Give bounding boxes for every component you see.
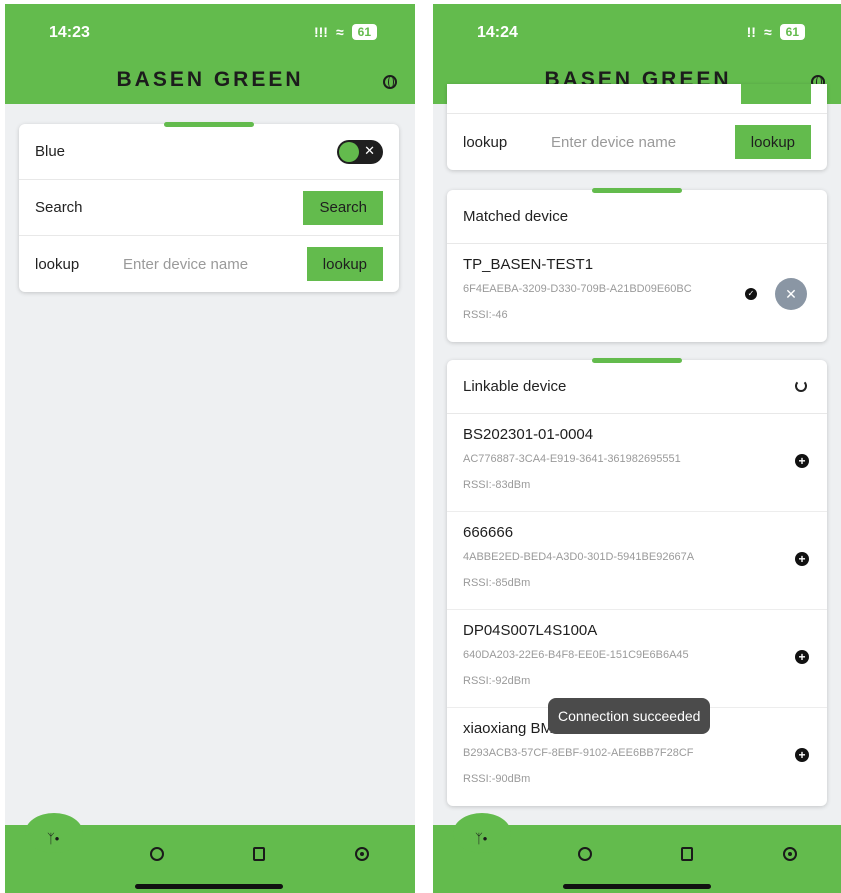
matched-device-card: Matched device TP_BASEN-TEST1 6F4EAEBA-3…	[447, 188, 827, 342]
settings-card-scrolled: lookup lookup	[447, 84, 827, 170]
bluetooth-icon[interactable]: ᛉ•	[47, 831, 59, 846]
signal-icon: !!!	[313, 24, 328, 40]
battery-icon: 61	[779, 24, 805, 40]
device-rssi: RSSI:-92dBm	[463, 675, 531, 687]
document-icon[interactable]	[681, 847, 693, 861]
refresh-icon[interactable]	[578, 847, 592, 861]
bluetooth-icon[interactable]: ᛉ•	[475, 831, 487, 846]
status-time: 14:24	[477, 24, 518, 41]
battery-icon: 61	[351, 24, 377, 40]
app-logo: BASEN GREEN	[116, 68, 304, 91]
settings-icon[interactable]	[355, 847, 369, 861]
status-icons: !! ≈ 61	[747, 24, 805, 40]
toast-message: Connection succeeded	[548, 698, 711, 734]
device-name: BS202301-01-0004	[463, 426, 594, 443]
disconnect-button[interactable]: ✕	[775, 278, 807, 310]
list-item[interactable]: DP04S007L4S100A 640DA203-22E6-B4F8-EE0E-…	[447, 610, 827, 708]
signal-icon: !!	[746, 24, 756, 40]
wifi-icon: ≈	[763, 24, 772, 40]
plus-circle-icon[interactable]: +	[795, 650, 809, 664]
refresh-icon[interactable]	[150, 847, 164, 861]
search-button-partial[interactable]	[741, 84, 811, 104]
phone-screen-left: 14:23 !!! ≈ 61 BASEN GREEN Blue ✕ Search…	[5, 4, 415, 893]
plus-circle-icon[interactable]: +	[795, 552, 809, 566]
blue-toggle[interactable]: ✕	[337, 140, 383, 164]
linkable-device-title-text: Linkable device	[463, 378, 567, 395]
lookup-label: lookup	[463, 133, 508, 151]
linkable-device-title: Linkable device	[447, 360, 827, 414]
settings-card: Blue ✕ Search Search lookup lookup	[19, 122, 399, 292]
phone-screen-right: 14:24 !! ≈ 61 BASEN GREEN lookup lookup …	[433, 4, 841, 893]
device-id: B293ACB3-57CF-8EBF-9102-AEE6BB7F28CF	[463, 747, 694, 759]
device-name: TP_BASEN-TEST1	[463, 256, 594, 273]
document-icon[interactable]	[253, 847, 265, 861]
lookup-label: lookup	[35, 255, 80, 273]
globe-icon[interactable]	[383, 75, 397, 89]
device-name: DP04S007L4S100A	[463, 622, 598, 639]
status-icons: !!! ≈ 61	[314, 24, 377, 40]
search-row: Search Search	[19, 180, 399, 236]
device-name: 666666	[463, 524, 514, 541]
linkable-device-card: Linkable device BS202301-01-0004 AC77688…	[447, 358, 827, 806]
check-circle-icon: ✓	[745, 288, 757, 300]
settings-icon[interactable]	[783, 847, 797, 861]
close-icon: ✕	[364, 143, 375, 158]
blue-row: Blue ✕	[19, 124, 399, 180]
lookup-button[interactable]: lookup	[306, 247, 383, 281]
plus-circle-icon[interactable]: +	[795, 748, 809, 762]
lookup-row: lookup lookup	[19, 236, 399, 292]
list-item[interactable]: BS202301-01-0004 AC776887-3CA4-E919-3641…	[447, 414, 827, 512]
lookup-button[interactable]: lookup	[734, 125, 811, 159]
matched-device-title: Matched device	[447, 190, 827, 244]
device-id: 640DA203-22E6-B4F8-EE0E-151C9E6B6A45	[463, 649, 689, 661]
device-rssi: RSSI:-90dBm	[463, 773, 531, 785]
search-label: Search	[35, 199, 83, 216]
bottom-tab-bar: ᛉ•	[5, 813, 415, 893]
blue-label: Blue	[35, 143, 66, 160]
spinner-icon	[795, 380, 807, 392]
plus-circle-icon[interactable]: +	[795, 454, 809, 468]
matched-device-item[interactable]: TP_BASEN-TEST1 6F4EAEBA-3209-D330-709B-A…	[447, 244, 827, 342]
home-indicator[interactable]	[135, 884, 283, 889]
toggle-knob	[339, 142, 359, 162]
home-indicator[interactable]	[563, 884, 711, 889]
device-rssi: RSSI:-83dBm	[463, 479, 531, 491]
scrolled-row	[447, 84, 827, 114]
app-header: 14:23 !!! ≈ 61 BASEN GREEN	[5, 4, 415, 104]
bottom-tab-bar: ᛉ•	[433, 813, 841, 893]
device-rssi: RSSI:-46	[463, 309, 508, 321]
device-id: 6F4EAEBA-3209-D330-709B-A21BD09E60BC	[463, 283, 692, 295]
device-rssi: RSSI:-85dBm	[463, 577, 531, 589]
device-id: 4ABBE2ED-BED4-A3D0-301D-5941BE92667A	[463, 551, 695, 563]
lookup-row: lookup lookup	[447, 114, 827, 170]
device-id: AC776887-3CA4-E919-3641-361982695551	[463, 453, 681, 465]
wifi-icon: ≈	[335, 24, 344, 40]
search-button[interactable]: Search	[303, 190, 383, 225]
list-item[interactable]: 666666 4ABBE2ED-BED4-A3D0-301D-5941BE926…	[447, 512, 827, 610]
status-time: 14:23	[49, 24, 90, 41]
